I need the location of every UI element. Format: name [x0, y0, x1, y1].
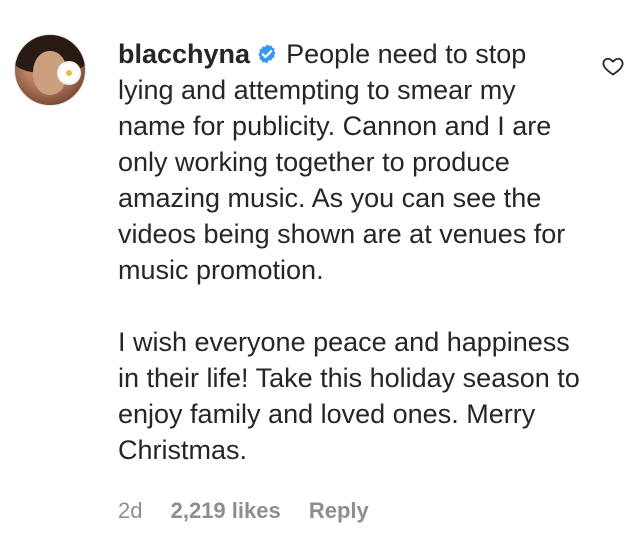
comment-paragraph-1-text: People need to stop lying and attempting…	[118, 39, 566, 285]
avatar-flower	[59, 63, 79, 83]
avatar[interactable]	[14, 34, 86, 106]
comment: blacchyna People need to stop lying and …	[0, 0, 644, 560]
comment-paragraph-1: blacchyna People need to stop lying and …	[118, 36, 588, 288]
reply-button[interactable]: Reply	[309, 498, 369, 523]
comment-likes[interactable]: 2,219 likes	[171, 498, 281, 523]
verified-badge-icon	[258, 44, 276, 64]
heart-outline-icon[interactable]	[602, 56, 624, 76]
comment-meta: 2d 2,219 likes Reply	[118, 497, 391, 525]
username[interactable]: blacchyna	[118, 39, 250, 69]
comment-text: blacchyna People need to stop lying and …	[118, 36, 588, 468]
comment-paragraph-2: I wish everyone peace and happiness in t…	[118, 327, 580, 465]
comment-time: 2d	[118, 498, 143, 523]
